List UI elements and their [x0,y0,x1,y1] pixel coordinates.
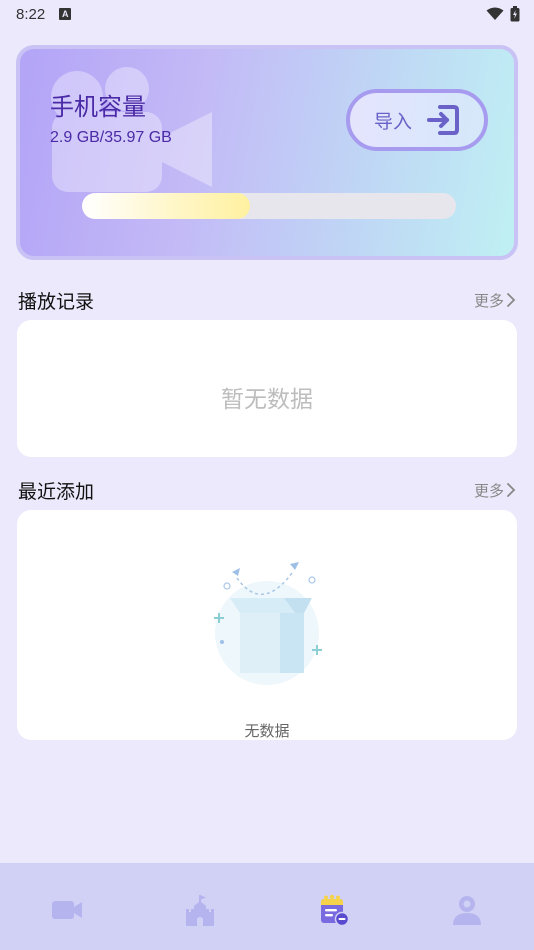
playback-more-label: 更多 [473,291,504,310]
import-icon [427,105,459,135]
calendar-icon [320,894,349,926]
castle-icon [186,895,215,926]
recent-header: 最近添加 更多 [18,478,516,503]
playback-title: 播放记录 [18,290,95,313]
empty-box-icon [214,562,322,685]
recent-more-link[interactable]: 更多 [474,480,516,501]
nav-tab-calendar[interactable] [304,893,364,927]
storage-progress-fill [82,193,251,219]
chevron-right-icon [507,483,516,497]
wifi-icon [486,7,504,20]
playback-header: 播放记录 更多 [18,288,516,313]
battery-icon [510,6,520,22]
recent-title: 最近添加 [18,480,95,503]
profile-icon [453,896,482,925]
nav-tab-profile[interactable] [437,893,497,927]
camera-decoration-icon [51,67,212,192]
storage-progress-bar [82,193,456,219]
status-time: 8:22 [16,5,46,23]
notification-a-icon: A [59,8,72,20]
bottom-nav [0,863,534,950]
status-bar: 8:22 A [0,0,534,28]
playback-card: 暂无数据 [17,320,517,457]
storage-usage: 2.9 GB/35.97 GB [50,129,172,146]
recent-more-label: 更多 [473,481,504,500]
storage-title: 手机容量 [50,93,146,121]
recent-card: 无数据 [17,510,517,740]
video-camera-icon [51,901,82,919]
storage-card: 手机容量 2.9 GB/35.97 GB 导入 [16,45,518,260]
playback-empty-text: 暂无数据 [221,387,313,413]
chevron-right-icon [507,293,516,307]
import-button[interactable]: 导入 [346,89,488,151]
recent-empty-text: 无数据 [244,722,290,740]
nav-tab-video[interactable] [37,893,97,927]
import-label: 导入 [373,110,412,133]
playback-more-link[interactable]: 更多 [474,290,516,311]
nav-tab-castle[interactable] [170,893,230,927]
